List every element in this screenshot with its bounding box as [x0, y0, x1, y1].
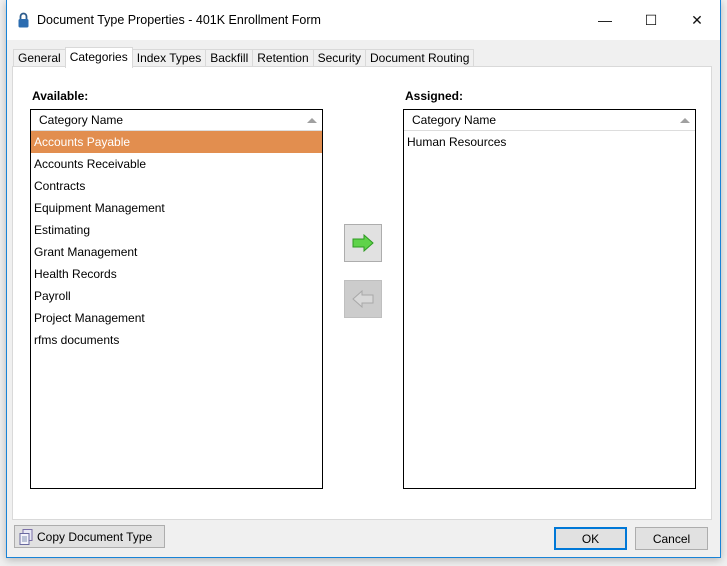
window-title: Document Type Properties - 401K Enrollme…	[37, 13, 321, 27]
available-column-header[interactable]: Category Name	[31, 110, 322, 131]
tab-bar: General Categories Index Types Backfill …	[13, 47, 475, 68]
sort-ascending-icon	[307, 118, 317, 123]
available-list[interactable]: Category Name Accounts Payable Accounts …	[30, 109, 323, 489]
list-item[interactable]: Health Records	[31, 263, 322, 285]
sort-ascending-icon	[680, 118, 690, 123]
list-item[interactable]: Grant Management	[31, 241, 322, 263]
title-bar: Document Type Properties - 401K Enrollme…	[7, 0, 720, 40]
assigned-list[interactable]: Category Name Human Resources	[403, 109, 696, 489]
list-item[interactable]: Payroll	[31, 285, 322, 307]
column-header-label: Category Name	[39, 113, 124, 127]
lock-icon	[18, 12, 29, 28]
list-item[interactable]: rfms documents	[31, 329, 322, 351]
unassign-button[interactable]	[344, 280, 382, 318]
available-label: Available:	[32, 89, 89, 103]
list-item[interactable]: Project Management	[31, 307, 322, 329]
list-item[interactable]: Contracts	[31, 175, 322, 197]
copy-document-icon	[19, 528, 33, 545]
list-item[interactable]: Human Resources	[404, 131, 695, 153]
copy-document-type-button[interactable]: Copy Document Type	[14, 525, 165, 548]
maximize-button[interactable]: ☐	[628, 0, 674, 40]
assign-button[interactable]	[344, 224, 382, 262]
column-header-label: Category Name	[412, 113, 497, 127]
minimize-button[interactable]: —	[582, 0, 628, 40]
categories-panel: Available: Category Name Accounts Payabl…	[12, 66, 712, 520]
arrow-right-icon	[352, 234, 374, 252]
close-button[interactable]: ✕	[674, 0, 720, 40]
list-item[interactable]: Equipment Management	[31, 197, 322, 219]
ok-button[interactable]: OK	[554, 527, 627, 550]
tab-categories[interactable]: Categories	[64, 47, 133, 68]
copy-label: Copy Document Type	[37, 529, 153, 544]
assigned-column-header[interactable]: Category Name	[404, 110, 695, 131]
assigned-label: Assigned:	[405, 89, 464, 103]
arrow-left-icon	[352, 290, 374, 308]
cancel-button[interactable]: Cancel	[635, 527, 708, 550]
list-item[interactable]: Accounts Receivable	[31, 153, 322, 175]
list-item[interactable]: Accounts Payable	[31, 131, 322, 153]
list-item[interactable]: Estimating	[31, 219, 322, 241]
dialog-window: Document Type Properties - 401K Enrollme…	[6, 0, 721, 558]
